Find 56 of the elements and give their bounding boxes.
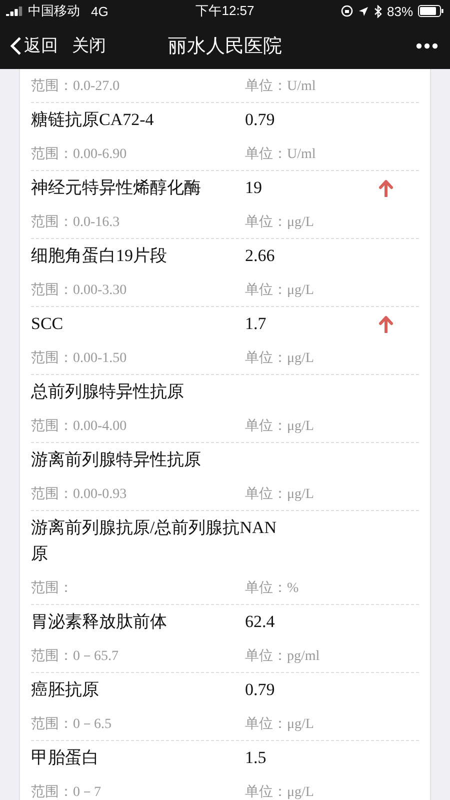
battery-icon bbox=[418, 5, 444, 17]
network-type: 4G bbox=[91, 4, 108, 18]
range-text: 范围：0－65.7 bbox=[31, 648, 120, 664]
test-name: 甲胎蛋白 bbox=[31, 747, 100, 769]
range-text: 范围：0.00-0.93 bbox=[31, 486, 128, 502]
range-text: 范围：0.00-1.50 bbox=[31, 350, 128, 366]
unit-text: 单位：μg/L bbox=[245, 784, 315, 800]
unit-text: 单位：μg/L bbox=[245, 282, 315, 298]
test-name: SCC bbox=[31, 313, 64, 335]
more-icon bbox=[416, 42, 438, 48]
unit-text: 单位：pg/ml bbox=[245, 648, 321, 664]
unit-text: 单位：% bbox=[245, 580, 300, 596]
range-text: 范围：0.00-3.30 bbox=[31, 282, 128, 298]
test-name: 细胞角蛋白19片段 bbox=[31, 245, 168, 267]
up-arrow-icon bbox=[379, 179, 393, 197]
carrier-name: 中国移动 bbox=[28, 2, 80, 20]
location-icon bbox=[358, 6, 369, 16]
signal-icon bbox=[6, 6, 23, 16]
close-button[interactable]: 关闭 bbox=[72, 34, 106, 57]
test-value: 1.7 bbox=[245, 314, 268, 334]
range-text: 范围：0－6.5 bbox=[31, 716, 112, 732]
test-value: 0.79 bbox=[245, 680, 276, 700]
unit-text: 单位：μg/L bbox=[245, 486, 315, 502]
range-text: 范围：0.00-4.00 bbox=[31, 418, 128, 434]
rotation-lock-icon bbox=[340, 5, 353, 17]
test-value: 1.5 bbox=[245, 748, 268, 768]
battery-percent: 83% bbox=[386, 4, 414, 18]
page-title: 丽水人民医院 bbox=[168, 34, 282, 58]
unit-text: 单位：U/ml bbox=[245, 78, 317, 94]
unit-text: 单位：U/ml bbox=[245, 146, 317, 162]
clock: 下午12:57 bbox=[196, 2, 254, 20]
unit-text: 单位：μg/L bbox=[245, 350, 315, 366]
up-arrow-icon bbox=[379, 315, 393, 333]
range-text: 范围：0.00-6.90 bbox=[31, 146, 128, 162]
test-value: 0.79 bbox=[245, 110, 276, 130]
test-name: 神经元特异性烯醇化酶 bbox=[31, 177, 202, 199]
unit-text: 单位：μg/L bbox=[245, 418, 315, 434]
range-text: 范围：0.0-27.0 bbox=[31, 78, 121, 94]
test-name: 癌胚抗原 bbox=[31, 679, 100, 701]
unit-text: 单位：μg/L bbox=[245, 214, 315, 230]
test-name: 游离前列腺抗原/总前列腺抗NAN原 bbox=[31, 517, 278, 565]
test-name: 糖链抗原CA72-4 bbox=[31, 109, 155, 131]
test-value: 62.4 bbox=[245, 612, 276, 632]
more-button[interactable] bbox=[416, 42, 438, 48]
chevron-left-icon bbox=[10, 36, 22, 56]
range-text: 范围： bbox=[31, 580, 74, 596]
test-name: 总前列腺特异性抗原 bbox=[31, 381, 185, 403]
range-text: 范围：0.0-16.3 bbox=[31, 214, 121, 230]
test-name: 胃泌素释放肽前体 bbox=[31, 611, 168, 633]
bluetooth-icon bbox=[374, 4, 382, 18]
test-value: 19 bbox=[245, 178, 263, 198]
range-text: 范围：0－7 bbox=[31, 784, 102, 800]
test-name: 游离前列腺特异性抗原 bbox=[31, 449, 202, 471]
test-value: 2.66 bbox=[245, 246, 276, 266]
unit-text: 单位：μg/L bbox=[245, 716, 315, 732]
back-button[interactable]: 返回 bbox=[10, 34, 58, 57]
